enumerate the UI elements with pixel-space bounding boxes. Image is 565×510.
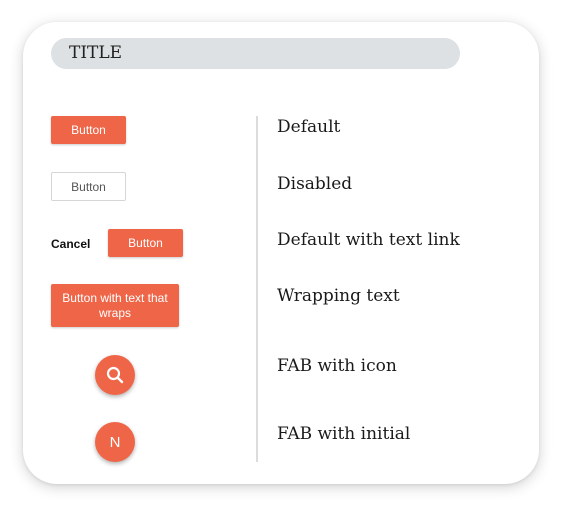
default-with-link-label: Default with text link [277,230,460,250]
fab-initial-button[interactable]: N [95,422,135,462]
fab-icon-label: FAB with icon [277,356,397,376]
column-divider [256,116,258,462]
default-with-link-button[interactable]: Button [108,229,183,257]
default-button[interactable]: Button [51,116,126,144]
search-icon [106,366,124,384]
fab-initial-label: FAB with initial [277,424,411,444]
disabled-label: Disabled [277,174,353,194]
page-title: TITLE [51,38,460,69]
wrapping-text-label: Wrapping text [277,286,400,306]
disabled-button: Button [51,172,126,201]
default-label: Default [277,117,341,137]
component-card [23,22,539,484]
wrapping-text-button[interactable]: Button with text that wraps [51,284,179,327]
fab-search-button[interactable] [95,355,135,395]
fab-initial-text: N [109,433,121,451]
cancel-link[interactable]: Cancel [51,237,90,251]
